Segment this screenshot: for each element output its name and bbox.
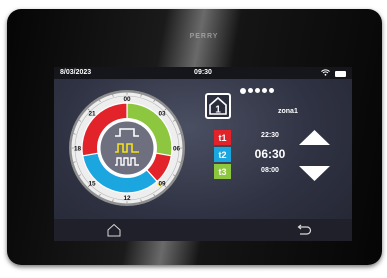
status-time: 09:30 bbox=[194, 69, 212, 76]
house-icon: 1 bbox=[209, 96, 227, 116]
clock-hour-label: 06 bbox=[173, 145, 181, 152]
band-t3-button[interactable]: t3 bbox=[214, 164, 231, 179]
zone-page-indicator bbox=[240, 87, 274, 94]
clock-hour-label: 21 bbox=[88, 110, 96, 117]
status-icons bbox=[321, 69, 346, 77]
page-dot[interactable] bbox=[240, 87, 246, 94]
page-dot[interactable] bbox=[255, 88, 260, 93]
brand-logo: PERRY bbox=[189, 33, 219, 40]
back-icon[interactable] bbox=[296, 222, 312, 238]
device-frame: PERRY 8/03/2023 09:30 00 03 06 09 12 15 18 21 bbox=[7, 9, 382, 265]
home-icon[interactable] bbox=[106, 222, 122, 238]
zone-name: zona1 bbox=[278, 108, 298, 115]
band-t1-button[interactable]: t1 bbox=[214, 130, 231, 145]
page-dot[interactable] bbox=[262, 88, 267, 93]
clock-hour-label: 18 bbox=[74, 145, 82, 152]
band-t2-time[interactable]: 06:30 bbox=[244, 147, 296, 161]
clock-hour-label: 09 bbox=[158, 180, 166, 187]
zone-home-button[interactable]: 1 bbox=[205, 93, 231, 119]
band-t3-time: 08:00 bbox=[261, 167, 279, 174]
band-t1-time: 22:30 bbox=[261, 132, 279, 139]
clock-hour-label: 12 bbox=[123, 195, 131, 202]
page-dot[interactable] bbox=[248, 88, 253, 93]
program-clock[interactable]: 00 03 06 09 12 15 18 21 bbox=[67, 88, 187, 208]
band-t2-button[interactable]: t2 bbox=[214, 147, 231, 162]
arrow-down-icon[interactable] bbox=[297, 164, 332, 184]
battery-icon bbox=[335, 70, 346, 77]
page-dot[interactable] bbox=[269, 88, 274, 93]
wifi-icon bbox=[321, 69, 330, 76]
touch-screen: 8/03/2023 09:30 00 03 06 09 12 15 18 21 bbox=[54, 67, 352, 241]
arrow-up-icon[interactable] bbox=[297, 127, 332, 147]
status-bar: 8/03/2023 09:30 bbox=[54, 67, 352, 79]
zone-number: 1 bbox=[215, 105, 221, 116]
clock-hour-label: 00 bbox=[123, 96, 131, 103]
bottom-nav-bar bbox=[54, 219, 352, 241]
clock-hour-label: 03 bbox=[158, 110, 166, 117]
clock-hour-label: 15 bbox=[88, 180, 96, 187]
